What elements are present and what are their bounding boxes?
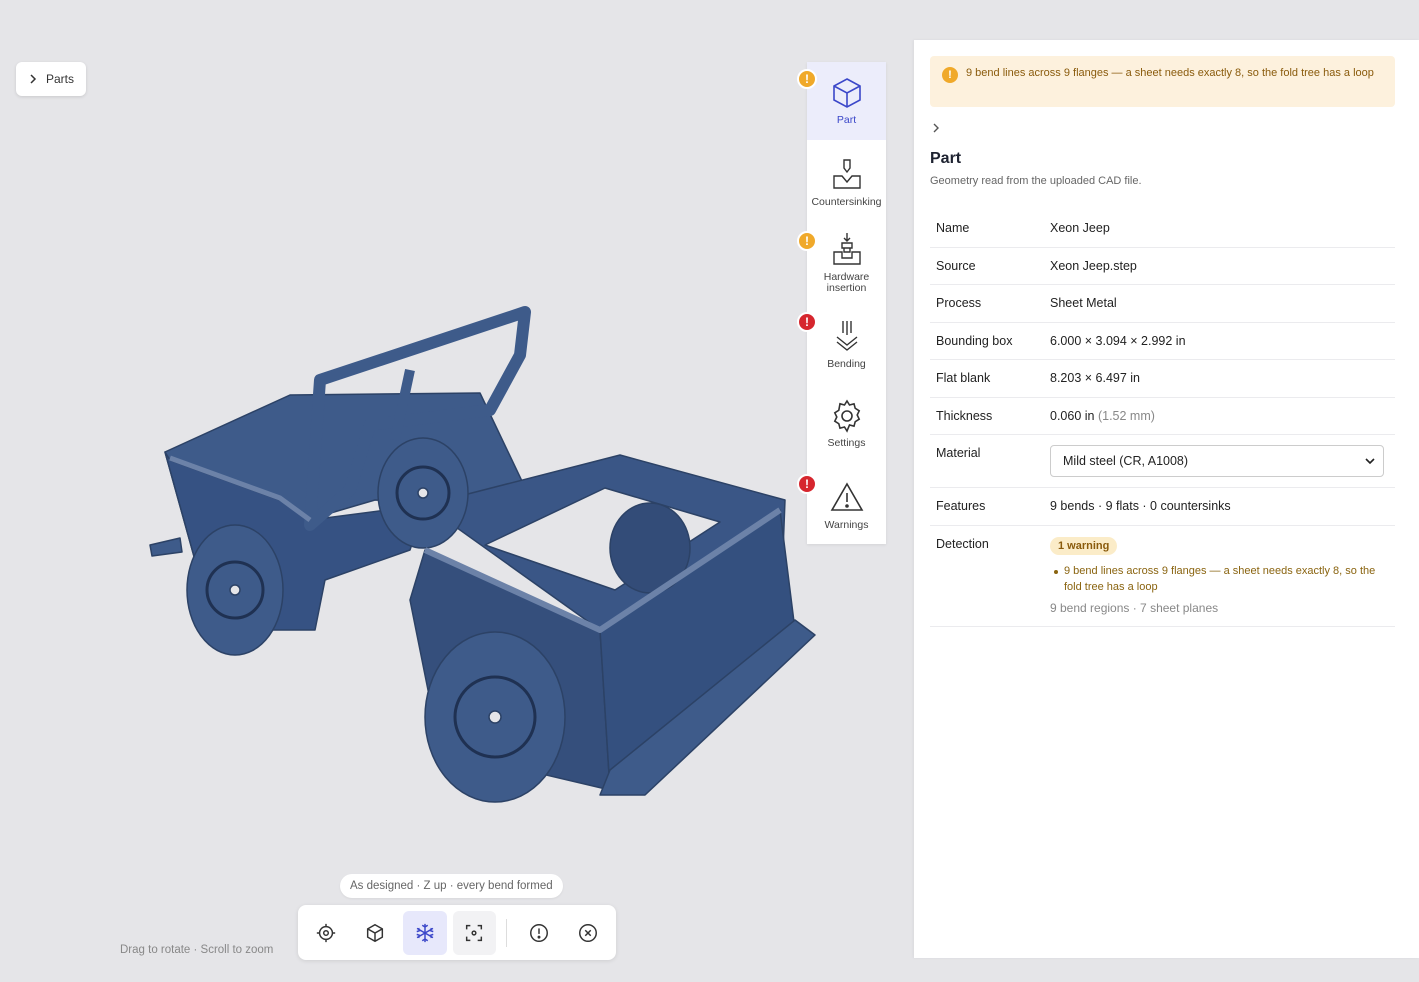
prop-row-detection: Detection 1 warning 9 bend lines across … [930, 526, 1395, 627]
prop-value: 6.000 × 3.094 × 2.992 in [1050, 333, 1186, 348]
prop-label: Process [936, 296, 982, 311]
iso-view-button[interactable] [354, 911, 398, 955]
prop-label: Name [936, 221, 970, 236]
prop-value: Sheet Metal [1050, 296, 1117, 311]
alert-circle-icon [529, 923, 548, 942]
prop-row-name: Name Xeon Jeep [930, 210, 1395, 248]
properties-table: Name Xeon Jeep Source Xeon Jeep.step Pro… [930, 210, 1395, 627]
prop-label: Source [936, 258, 976, 273]
panel-title: Part [930, 150, 962, 167]
prop-row-material: Material Mild steel (CR, A1008) [930, 435, 1395, 488]
thickness-value: 0.060 in [1050, 408, 1095, 423]
chevron-down-icon [1365, 458, 1375, 465]
prop-row-process: Process Sheet Metal [930, 285, 1395, 323]
freeze-bends-button[interactable] [403, 910, 447, 955]
step-label: Bending [827, 358, 866, 370]
step-hardware-insertion[interactable]: Hardware insertion [807, 232, 886, 302]
view-caption: As designed · Z up · every bend formed [340, 874, 563, 898]
prop-value: Xeon Jeep.step [1050, 258, 1137, 273]
step-label: Warnings [824, 519, 869, 531]
hardware-warning-badge: ! [797, 231, 817, 251]
prop-value: Xeon Jeep [1050, 221, 1110, 236]
bending-error-badge: ! [797, 312, 817, 332]
step-part[interactable]: Part [807, 62, 886, 140]
step-warnings[interactable]: Warnings [807, 480, 886, 540]
detection-warning-item: 9 bend lines across 9 flanges — a sheet … [1050, 563, 1395, 595]
step-label: Part [836, 114, 857, 126]
cube-icon [832, 78, 861, 108]
countersink-icon [832, 159, 861, 189]
prop-value: 9 bends · 9 flats · 0 countersinks [1050, 499, 1231, 514]
step-label: Settings [827, 437, 866, 449]
warning-triangle-icon [830, 482, 863, 511]
prop-row-features: Features 9 bends · 9 flats · 0 countersi… [930, 488, 1395, 526]
material-select[interactable]: Mild steel (CR, A1008) [1050, 445, 1384, 477]
snowflake-icon [416, 923, 434, 942]
part-properties-panel: ! 9 bend lines across 9 flanges — a shee… [914, 40, 1419, 958]
prop-row-thickness: Thickness 0.060 in (1.52 mm) [930, 398, 1395, 435]
prop-label: Bounding box [936, 333, 1013, 348]
view-toolbar [298, 905, 616, 960]
prop-value: 8.203 × 6.497 in [1050, 371, 1141, 386]
warning-count-badge: 1 warning [1050, 536, 1118, 555]
prop-row-flat-blank: Flat blank 8.203 × 6.497 in [930, 360, 1395, 398]
step-countersinking[interactable]: Countersinking [807, 157, 886, 217]
alert-text: 9 bend lines across 9 flanges — a sheet … [966, 67, 1374, 79]
detection-summary: 9 bend regions · 7 sheet planes [1050, 600, 1219, 615]
detection-warning-text: 9 bend lines across 9 flanges — a sheet … [1064, 564, 1376, 593]
prop-row-source: Source Xeon Jeep.step [930, 248, 1395, 285]
prop-label: Flat blank [936, 371, 991, 386]
chevron-right-icon[interactable] [931, 122, 941, 134]
part-warning-badge: ! [797, 69, 817, 89]
material-selected-value: Mild steel (CR, A1008) [1063, 454, 1189, 468]
step-settings[interactable]: Settings [807, 398, 886, 458]
prop-label: Thickness [936, 408, 993, 423]
toolbar-divider [506, 918, 507, 947]
viewport-hint: Drag to rotate · Scroll to zoom [120, 944, 274, 956]
prop-label: Material [936, 446, 981, 460]
thickness-metric: (1.52 mm) [1097, 408, 1155, 423]
jeep-model[interactable] [140, 300, 830, 810]
prop-label: Features [936, 499, 986, 514]
warnings-error-badge: ! [797, 474, 817, 494]
bending-icon [836, 321, 857, 351]
prop-row-bounding-box: Bounding box 6.000 × 3.094 × 2.992 in [930, 323, 1395, 360]
panel-subtitle: Geometry read from the uploaded CAD file… [930, 175, 1142, 187]
step-label: Countersinking [811, 196, 882, 208]
gear-icon [833, 399, 860, 433]
step-bending[interactable]: Bending [807, 319, 886, 374]
prop-value: 0.060 in (1.52 mm) [1050, 409, 1395, 423]
show-issues-button[interactable] [517, 911, 561, 955]
cube-icon [367, 923, 384, 942]
warning-circle-icon: ! [942, 67, 958, 83]
hardware-insertion-icon [832, 233, 861, 265]
warning-alert: ! 9 bend lines across 9 flanges — a shee… [930, 56, 1395, 107]
step-sidebar: Part Countersinking Hardware insertion B… [807, 62, 886, 544]
recenter-button[interactable] [304, 911, 348, 955]
step-label: Hardware insertion [823, 271, 870, 294]
close-circle-icon [579, 923, 598, 942]
target-icon [316, 923, 335, 942]
fit-view-button[interactable] [452, 910, 496, 955]
prop-label: Detection [936, 536, 989, 551]
bullet-dot [1054, 569, 1058, 574]
clear-button[interactable] [566, 911, 610, 955]
frame-focus-icon [466, 924, 483, 941]
3d-viewport[interactable]: As designed · Z up · every bend formed D… [0, 0, 900, 982]
